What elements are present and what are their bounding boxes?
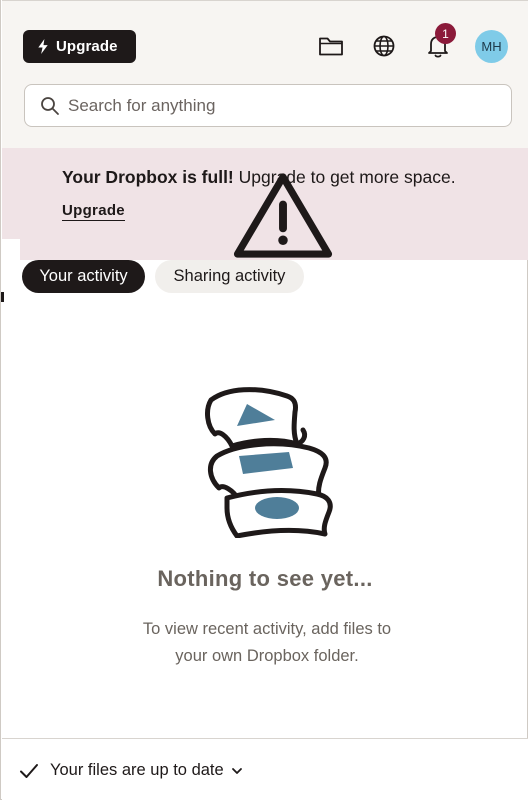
banner-title: Your Dropbox is full! (62, 167, 234, 187)
folder-icon (319, 37, 343, 56)
checkmark-icon (20, 763, 38, 778)
banner-message: Your Dropbox is full! Upgrade to get mor… (62, 167, 456, 188)
lightning-icon (38, 39, 48, 54)
avatar[interactable]: MH (475, 30, 508, 63)
edge-marker (1, 292, 4, 302)
activity-panel: Upgrade 1 MH Search for anything Your Dr… (0, 0, 528, 800)
search-icon (41, 96, 59, 115)
sync-status-footer: Your files are up to date (2, 738, 528, 800)
globe-icon (373, 35, 395, 57)
empty-state-line-2: your own Dropbox folder. (175, 647, 359, 665)
upgrade-button-label: Upgrade (56, 38, 118, 55)
tab-sharing-activity[interactable]: Sharing activity (155, 260, 304, 293)
header: Upgrade 1 MH (2, 0, 528, 148)
sync-status-button[interactable]: Your files are up to date (19, 761, 243, 780)
empty-state-title: Nothing to see yet... (157, 566, 373, 591)
banner-body: Upgrade to get more space. (233, 167, 456, 187)
globe-button[interactable] (369, 31, 399, 61)
empty-state-line-1: To view recent activity, add files to (142, 620, 392, 638)
empty-state-description: To view recent activity, add files to yo… (1, 616, 528, 670)
folder-button[interactable] (316, 31, 346, 61)
chevron-down-icon (231, 767, 242, 774)
upgrade-button[interactable]: Upgrade (23, 30, 136, 63)
search-bar[interactable] (24, 84, 512, 127)
notification-badge: 1 (435, 23, 456, 44)
tab-your-activity[interactable]: Your activity (22, 260, 145, 293)
empty-files-illustration (205, 387, 333, 538)
sync-status-text: Your files are up to date (50, 761, 224, 779)
search-input[interactable] (68, 95, 488, 116)
banner-upgrade-link[interactable]: Upgrade (62, 202, 125, 221)
